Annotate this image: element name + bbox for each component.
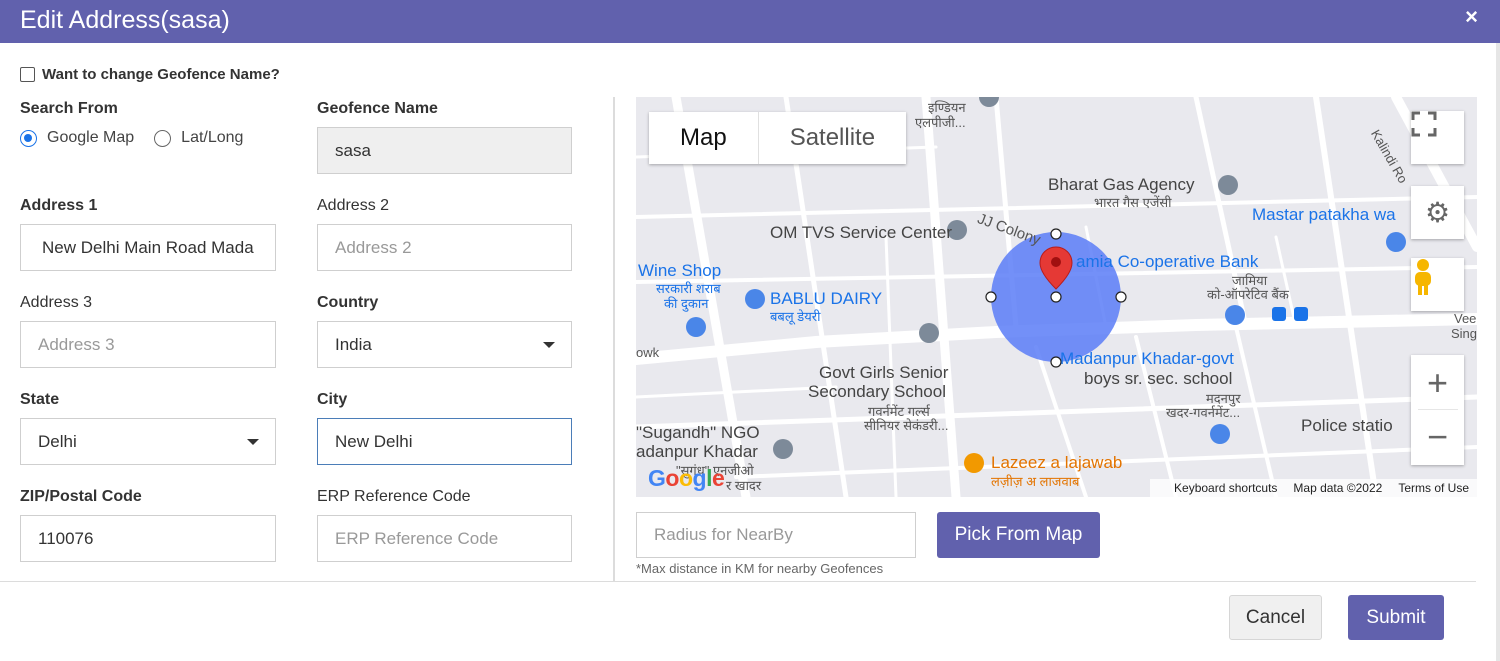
address3-label: Address 3 <box>20 294 93 311</box>
modal-right-border <box>1496 43 1500 661</box>
address1-label: Address 1 <box>20 197 98 214</box>
change-geofence-label: Want to change Geofence Name? <box>42 66 280 83</box>
modal-header: Edit Address(sasa) × <box>0 0 1500 43</box>
map-label: Lazeez a lajawab <box>991 453 1123 472</box>
search-from-radio-group: Google Map Lat/Long <box>20 129 263 147</box>
map-label: खदर-गवर्नमेंट... <box>1166 405 1241 420</box>
search-from-label: Search From <box>20 100 118 117</box>
fullscreen-icon <box>1411 111 1437 137</box>
pegman-icon <box>1415 259 1431 295</box>
map-label: बबलू डेयरी <box>770 309 821 324</box>
country-select[interactable]: India <box>317 321 572 368</box>
map-label: लज़ीज़ अ लाजवाब <box>991 474 1080 489</box>
map-label: भारत गैस एजेंसी <box>1094 195 1172 210</box>
map-type-satellite-button[interactable]: Satellite <box>759 112 906 164</box>
terms-link[interactable]: Terms of Use <box>1398 481 1469 495</box>
vertical-divider <box>613 97 615 581</box>
change-geofence-checkbox-row[interactable]: Want to change Geofence Name? <box>20 66 280 83</box>
map-label: Sing <box>1451 326 1477 341</box>
address2-label: Address 2 <box>317 197 390 214</box>
city-value: New Delhi <box>335 431 413 451</box>
zoom-out-button[interactable]: − <box>1427 410 1448 464</box>
map-label: की दुकान <box>664 296 709 311</box>
map-label: boys sr. sec. school <box>1084 369 1233 388</box>
erp-placeholder: ERP Reference Code <box>335 528 499 548</box>
close-icon[interactable]: × <box>1465 4 1478 30</box>
google-wordmark: Google <box>648 465 725 491</box>
chevron-down-icon <box>247 439 259 445</box>
radius-hint: *Max distance in KM for nearby Geofences <box>636 561 884 576</box>
submit-button[interactable]: Submit <box>1348 595 1444 640</box>
keyboard-shortcuts-link[interactable]: Keyboard shortcuts <box>1174 481 1277 495</box>
zip-value: 110076 <box>38 528 94 548</box>
map-view[interactable]: Map Satellite ⚙ + − इण्डियन एलपीजी... Bh… <box>636 97 1477 497</box>
country-label: Country <box>317 294 379 311</box>
cancel-button[interactable]: Cancel <box>1229 595 1322 640</box>
radio-lat-long-dot[interactable] <box>154 129 172 147</box>
map-label: Bharat Gas Agency <box>1048 175 1195 194</box>
settings-button[interactable]: ⚙ <box>1411 186 1464 239</box>
radio-google-map[interactable]: Google Map <box>20 129 134 147</box>
map-data-text: Map data ©2022 <box>1293 481 1383 495</box>
erp-field[interactable]: ERP Reference Code <box>317 515 572 562</box>
zip-label: ZIP/Postal Code <box>20 488 142 505</box>
radio-lat-long-label: Lat/Long <box>181 129 244 146</box>
state-label: State <box>20 391 60 408</box>
zoom-control: + − <box>1411 355 1464 465</box>
map-label: "Sugandh" NGO <box>636 423 760 442</box>
map-label: Vee <box>1454 311 1477 326</box>
geofence-name-value: sasa <box>335 140 371 160</box>
map-label: adanpur Khadar <box>636 442 758 461</box>
map-label: Police statio <box>1301 416 1393 435</box>
google-logo[interactable]: Google <box>648 465 725 492</box>
geofence-name-label: Geofence Name <box>317 100 438 117</box>
state-select[interactable]: Delhi <box>20 418 276 465</box>
map-label: Mastar patakha wa <box>1252 205 1396 224</box>
map-label: amia Co-operative Bank <box>1076 252 1259 271</box>
address3-placeholder: Address 3 <box>38 334 115 354</box>
map-label: सीनियर सेकंडरी... <box>864 418 949 433</box>
city-field[interactable]: New Delhi <box>317 418 572 465</box>
zip-field[interactable]: 110076 <box>20 515 276 562</box>
map-label: Secondary School <box>808 382 946 401</box>
map-type-map-button[interactable]: Map <box>649 112 759 164</box>
radius-input[interactable]: Radius for NearBy <box>636 512 916 558</box>
address1-value: New Delhi Main Road Mada <box>42 237 254 257</box>
modal-title: Edit Address(sasa) <box>20 6 230 34</box>
gear-icon: ⚙ <box>1424 197 1451 228</box>
map-type-control: Map Satellite <box>649 112 907 164</box>
map-label: owk <box>636 345 660 360</box>
zoom-in-button[interactable]: + <box>1417 356 1458 410</box>
radio-google-map-dot[interactable] <box>20 129 37 147</box>
address2-placeholder: Address 2 <box>335 237 412 257</box>
map-label: को-ऑपरेटिव बैंक <box>1207 287 1289 302</box>
map-label: एलपीजी... <box>915 115 966 130</box>
map-footer: Keyboard shortcuts Map data ©2022 Terms … <box>1150 479 1477 497</box>
city-label: City <box>317 391 348 408</box>
map-label: र खादर <box>726 478 762 493</box>
radius-placeholder: Radius for NearBy <box>654 525 793 544</box>
radio-google-map-label: Google Map <box>47 129 135 146</box>
pick-from-map-button[interactable]: Pick From Map <box>937 512 1100 558</box>
fullscreen-button[interactable] <box>1411 111 1464 164</box>
map-label: Madanpur Khadar-govt <box>1060 349 1234 368</box>
address3-field[interactable]: Address 3 <box>20 321 276 368</box>
state-value: Delhi <box>38 431 77 451</box>
country-value: India <box>335 334 372 354</box>
map-label: BABLU DAIRY <box>770 289 883 308</box>
geofence-name-field: sasa <box>317 127 572 174</box>
map-label: Wine Shop <box>638 261 722 280</box>
erp-label: ERP Reference Code <box>317 488 471 505</box>
address2-field[interactable]: Address 2 <box>317 224 572 271</box>
map-label: Govt Girls Senior <box>819 363 949 382</box>
change-geofence-checkbox[interactable] <box>20 67 35 82</box>
street-view-button[interactable] <box>1411 258 1464 311</box>
address1-field[interactable]: New Delhi Main Road Mada <box>20 224 276 271</box>
footer-divider <box>0 581 1476 582</box>
chevron-down-icon <box>543 342 555 348</box>
map-label: OM TVS Service Center <box>770 223 953 242</box>
radio-lat-long[interactable]: Lat/Long <box>154 129 243 147</box>
